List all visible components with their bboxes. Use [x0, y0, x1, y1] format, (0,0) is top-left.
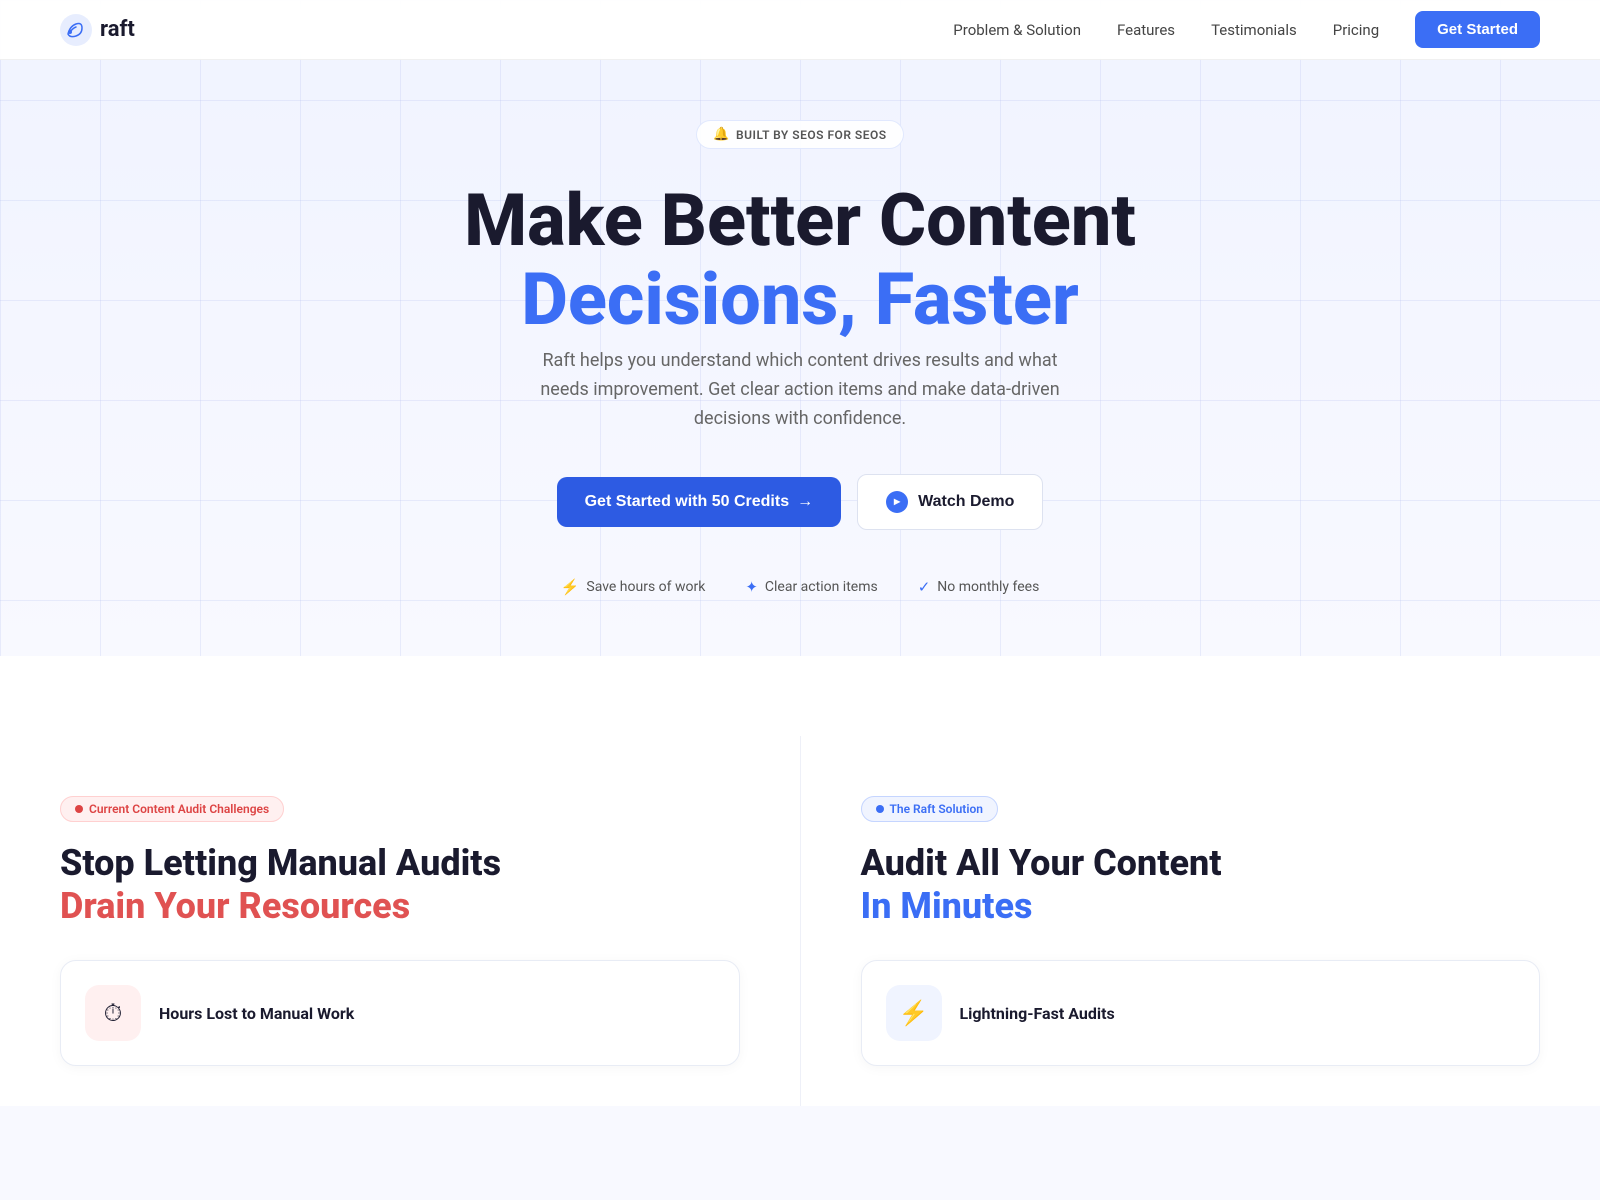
hero-badge-text: BUILT BY SEOS FOR SEOS [736, 128, 887, 142]
nav-link-pricing[interactable]: Pricing [1333, 21, 1379, 39]
solution-badge: The Raft Solution [861, 796, 998, 822]
problem-title-line1: Stop Letting Manual Audits [60, 842, 501, 884]
solution-card: ⚡ Lightning-Fast Audits [861, 960, 1541, 1066]
feature-no-fees-label: No monthly fees [937, 579, 1039, 595]
hero-title-line1: Make Better Content [464, 178, 1136, 263]
hero-title-line2: Decisions, Faster [521, 257, 1079, 342]
get-started-button[interactable]: Get Started with 50 Credits → [557, 477, 842, 527]
lightning-icon: ⚡ [561, 578, 580, 596]
problem-card-title: Hours Lost to Manual Work [159, 1004, 354, 1023]
watch-demo-button[interactable]: ▶ Watch Demo [857, 474, 1043, 530]
feature-save-hours: ⚡ Save hours of work [561, 578, 706, 596]
arrow-icon: → [797, 493, 813, 511]
play-icon: ▶ [886, 491, 908, 513]
check-circle-icon: ✓ [918, 578, 931, 596]
badge-bell-icon: 🔔 [713, 127, 730, 142]
solution-title-line2: In Minutes [861, 885, 1033, 927]
hero-title: Make Better Content Decisions, Faster [0, 181, 1600, 339]
navbar: raft Problem & Solution Features Testimo… [0, 0, 1600, 60]
solution-title: Audit All Your Content In Minutes [861, 842, 1541, 928]
hero-section: 🔔 BUILT BY SEOS FOR SEOS Make Better Con… [0, 0, 1600, 656]
problem-badge-text: Current Content Audit Challenges [89, 802, 269, 816]
star-icon: ✦ [745, 578, 758, 596]
problem-section: Current Content Audit Challenges Stop Le… [0, 736, 800, 1106]
problem-badge: Current Content Audit Challenges [60, 796, 284, 822]
problem-card-icon-wrap: ⏱ [85, 985, 141, 1041]
nav-link-problem-solution[interactable]: Problem & Solution [953, 21, 1081, 39]
lightning-fast-icon: ⚡ [899, 999, 929, 1027]
hero-buttons: Get Started with 50 Credits → ▶ Watch De… [0, 474, 1600, 530]
solution-card-row: ⚡ Lightning-Fast Audits [861, 960, 1541, 1066]
solution-badge-text: The Raft Solution [890, 802, 983, 816]
logo-text: raft [100, 17, 135, 42]
problem-card: ⏱ Hours Lost to Manual Work [60, 960, 740, 1066]
badge-dot-red [75, 805, 83, 813]
feature-save-hours-label: Save hours of work [586, 579, 705, 595]
feature-clear-action-label: Clear action items [765, 579, 878, 595]
solution-section: The Raft Solution Audit All Your Content… [800, 736, 1600, 1106]
nav-link-features[interactable]: Features [1117, 21, 1175, 39]
hero-badge: 🔔 BUILT BY SEOS FOR SEOS [696, 120, 903, 149]
problem-title: Stop Letting Manual Audits Drain Your Re… [60, 842, 740, 928]
clock-icon: ⏱ [104, 999, 123, 1027]
problem-title-line2: Drain Your Resources [60, 885, 410, 927]
badge-dot-blue [876, 805, 884, 813]
nav-links: Problem & Solution Features Testimonials… [953, 11, 1540, 48]
problem-card-row: ⏱ Hours Lost to Manual Work [60, 960, 740, 1066]
feature-clear-action: ✦ Clear action items [745, 578, 877, 596]
hero-subtitle: Raft helps you understand which content … [540, 347, 1060, 433]
solution-title-line1: Audit All Your Content [861, 842, 1222, 884]
problem-card-text: Hours Lost to Manual Work [159, 1004, 354, 1023]
hero-features: ⚡ Save hours of work ✦ Clear action item… [0, 578, 1600, 596]
split-section: Current Content Audit Challenges Stop Le… [0, 656, 1600, 1106]
feature-no-fees: ✓ No monthly fees [918, 578, 1040, 596]
logo-icon [60, 14, 92, 46]
solution-card-text: Lightning-Fast Audits [960, 1004, 1115, 1023]
solution-card-icon-wrap: ⚡ [886, 985, 942, 1041]
logo-link[interactable]: raft [60, 14, 135, 46]
nav-link-testimonials[interactable]: Testimonials [1211, 21, 1297, 39]
nav-get-started-button[interactable]: Get Started [1415, 11, 1540, 48]
solution-card-title: Lightning-Fast Audits [960, 1004, 1115, 1023]
